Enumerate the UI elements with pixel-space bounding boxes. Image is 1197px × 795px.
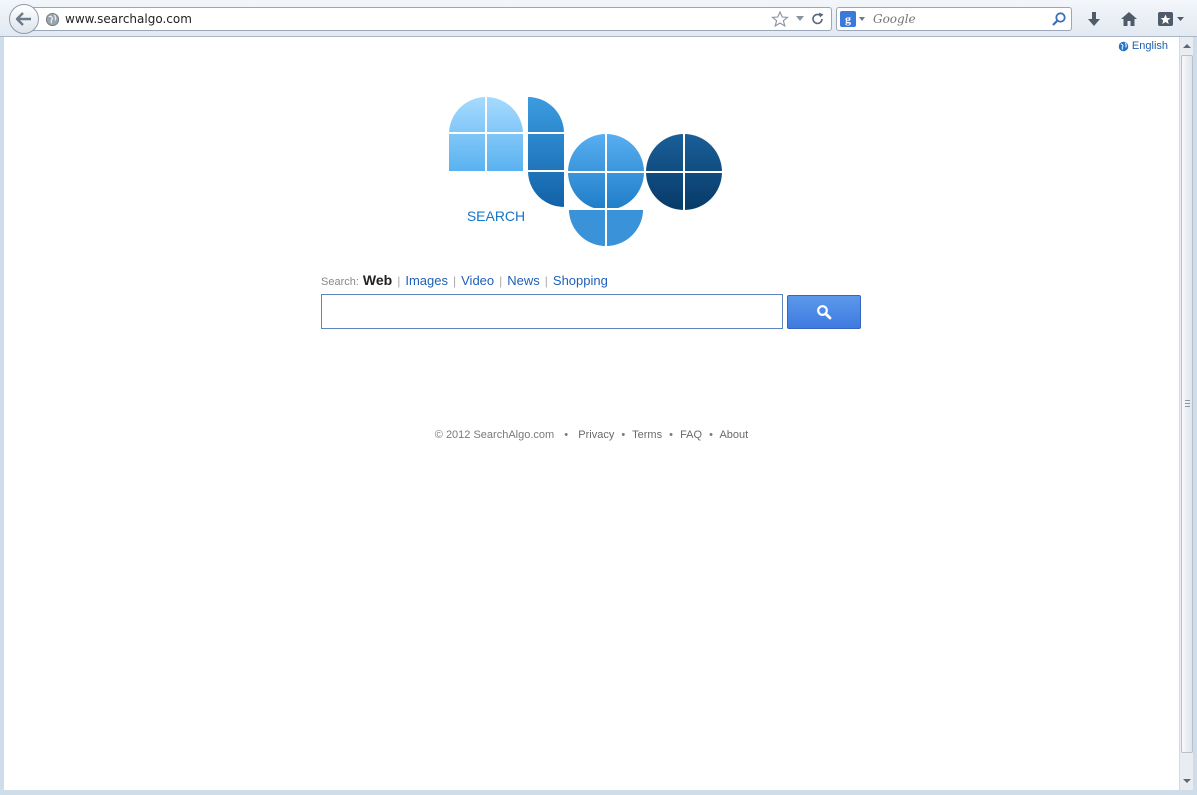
footer: © 2012 SearchAlgo.com • Privacy • Terms … (434, 429, 749, 441)
vertical-scrollbar[interactable] (1179, 37, 1193, 790)
tab-images[interactable]: Images (405, 273, 448, 288)
chevron-down-icon[interactable] (795, 11, 805, 27)
home-button[interactable] (1116, 8, 1142, 30)
logo-letter-a (449, 97, 523, 171)
bookmarks-star-icon (1158, 12, 1184, 26)
logo-letter-g (566, 134, 646, 247)
search-label: Search: (321, 276, 359, 288)
search-engine-selector[interactable]: g (840, 11, 866, 27)
magnifier-icon (817, 305, 832, 320)
about-link[interactable]: About (719, 429, 748, 441)
chevron-up-icon (1183, 44, 1191, 48)
scroll-down-button[interactable] (1181, 774, 1193, 788)
bookmarks-button[interactable] (1154, 8, 1188, 30)
copyright-text: © 2012 SearchAlgo.com (434, 429, 555, 441)
privacy-link[interactable]: Privacy (578, 429, 614, 441)
tab-news[interactable]: News (507, 273, 540, 288)
chevron-down-icon (1183, 779, 1191, 783)
search-input[interactable] (321, 294, 783, 329)
tab-video[interactable]: Video (461, 273, 494, 288)
globe-icon (45, 12, 60, 27)
tab-shopping[interactable]: Shopping (553, 273, 608, 288)
logo-letter-l (528, 97, 564, 207)
terms-link[interactable]: Terms (632, 429, 662, 441)
language-label[interactable]: English (1132, 40, 1168, 52)
page-viewport: English SEARCH Search: Web | Images | Vi… (4, 37, 1179, 790)
browser-toolbar: www.searchalgo.com g (0, 0, 1197, 37)
search-vertical-tabs: Search: Web | Images | Video | News | Sh… (321, 272, 608, 288)
download-arrow-icon (1088, 12, 1100, 26)
reload-icon[interactable] (811, 11, 825, 27)
language-selector[interactable]: English (1118, 40, 1168, 52)
url-text[interactable]: www.searchalgo.com (65, 12, 192, 26)
scroll-up-button[interactable] (1181, 39, 1193, 53)
magnifier-icon[interactable] (1051, 11, 1067, 27)
downloads-button[interactable] (1081, 8, 1107, 30)
google-icon: g (840, 11, 856, 27)
faq-link[interactable]: FAQ (680, 429, 702, 441)
logo-search-text: SEARCH (467, 208, 525, 224)
tab-web[interactable]: Web (363, 272, 392, 288)
back-button[interactable] (9, 4, 39, 34)
star-icon[interactable] (771, 11, 789, 27)
searchalgo-logo: SEARCH (449, 97, 723, 247)
url-bar[interactable]: www.searchalgo.com (30, 7, 832, 31)
home-icon (1121, 12, 1137, 26)
browser-search-bar[interactable]: g (836, 7, 1072, 31)
grip-icon (1185, 400, 1190, 407)
search-button[interactable] (787, 295, 861, 329)
chevron-down-icon (859, 17, 865, 21)
globe-icon (1118, 41, 1129, 51)
browser-search-input[interactable] (873, 12, 1043, 26)
scroll-thumb[interactable] (1181, 55, 1193, 753)
back-arrow-icon (15, 12, 31, 26)
logo-letter-o (645, 133, 723, 211)
